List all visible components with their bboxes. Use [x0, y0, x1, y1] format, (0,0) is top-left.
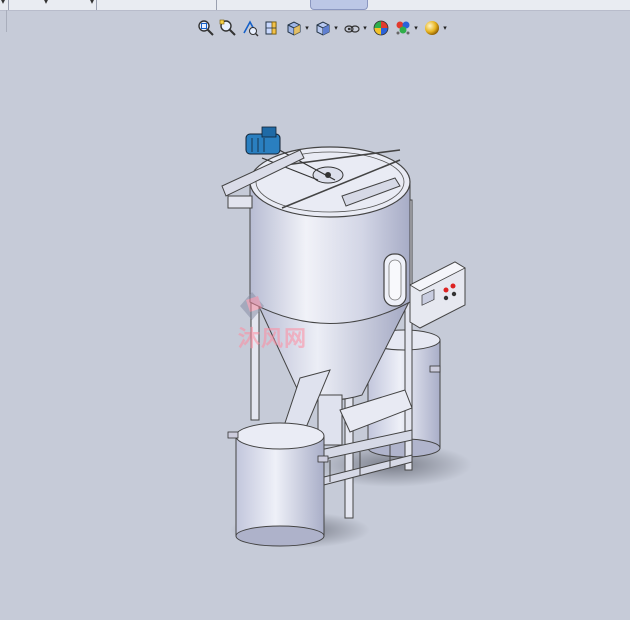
apply-scene-dropdown-icon[interactable]: ▾: [412, 24, 420, 32]
view-settings-button[interactable]: [422, 17, 442, 39]
left-collection-barrel: [227, 422, 329, 547]
control-knob: [451, 291, 457, 297]
hide-show-items-icon: [344, 25, 360, 33]
tab-cell[interactable]: ▾ ▾: [8, 0, 97, 10]
view-orientation-button[interactable]: [284, 17, 304, 39]
electrical-control-box: [409, 261, 466, 329]
bracket-end: [227, 195, 253, 209]
tab-active[interactable]: [310, 0, 368, 10]
section-view-button[interactable]: [262, 17, 282, 39]
hide-show-items-button[interactable]: [342, 17, 362, 39]
window-glass: [388, 259, 402, 301]
zoom-to-area-icon: [219, 19, 236, 36]
view-orientation-dropdown-icon[interactable]: ▾: [303, 24, 311, 32]
previous-view-icon: [243, 20, 259, 37]
graphics-viewport[interactable]: 沐风网: [0, 40, 630, 616]
edit-appearance-icon: [373, 20, 389, 36]
edit-appearance-button[interactable]: [371, 17, 391, 39]
display-style-icon: [316, 21, 330, 36]
apply-scene-button[interactable]: [393, 17, 413, 39]
drive-motor: [245, 126, 281, 155]
tab-cell[interactable]: [96, 0, 217, 10]
mixer-model-3d[interactable]: [0, 40, 630, 616]
zoom-to-fit-icon: [198, 20, 214, 36]
indicator-light: [443, 287, 449, 293]
watermark-text: 沐风网: [238, 327, 308, 352]
control-knob: [443, 295, 449, 301]
command-tab-strip: ▾ ▾ ▾: [0, 0, 630, 11]
display-style-button[interactable]: [313, 17, 333, 39]
zoom-to-fit-button[interactable]: [196, 17, 216, 39]
heads-up-view-toolbar: ▾ ▾ ▾ ▾ ▾: [196, 16, 449, 40]
chevron-down-icon: ▾: [1, 0, 6, 6]
apply-scene-icon: [396, 21, 410, 35]
view-settings-icon: [425, 21, 439, 35]
chevron-down-icon: ▾: [44, 0, 49, 6]
view-orientation-icon: [287, 21, 301, 36]
section-view-icon: [265, 21, 277, 35]
view-settings-dropdown-icon[interactable]: ▾: [441, 24, 449, 32]
left-margin-bar: [0, 10, 7, 32]
zoom-to-area-button[interactable]: [218, 17, 238, 39]
indicator-light: [450, 283, 456, 289]
previous-view-button[interactable]: [240, 17, 260, 39]
chevron-down-icon: ▾: [90, 0, 95, 6]
display-style-dropdown-icon[interactable]: ▾: [332, 24, 340, 32]
hide-show-dropdown-icon[interactable]: ▾: [361, 24, 369, 32]
